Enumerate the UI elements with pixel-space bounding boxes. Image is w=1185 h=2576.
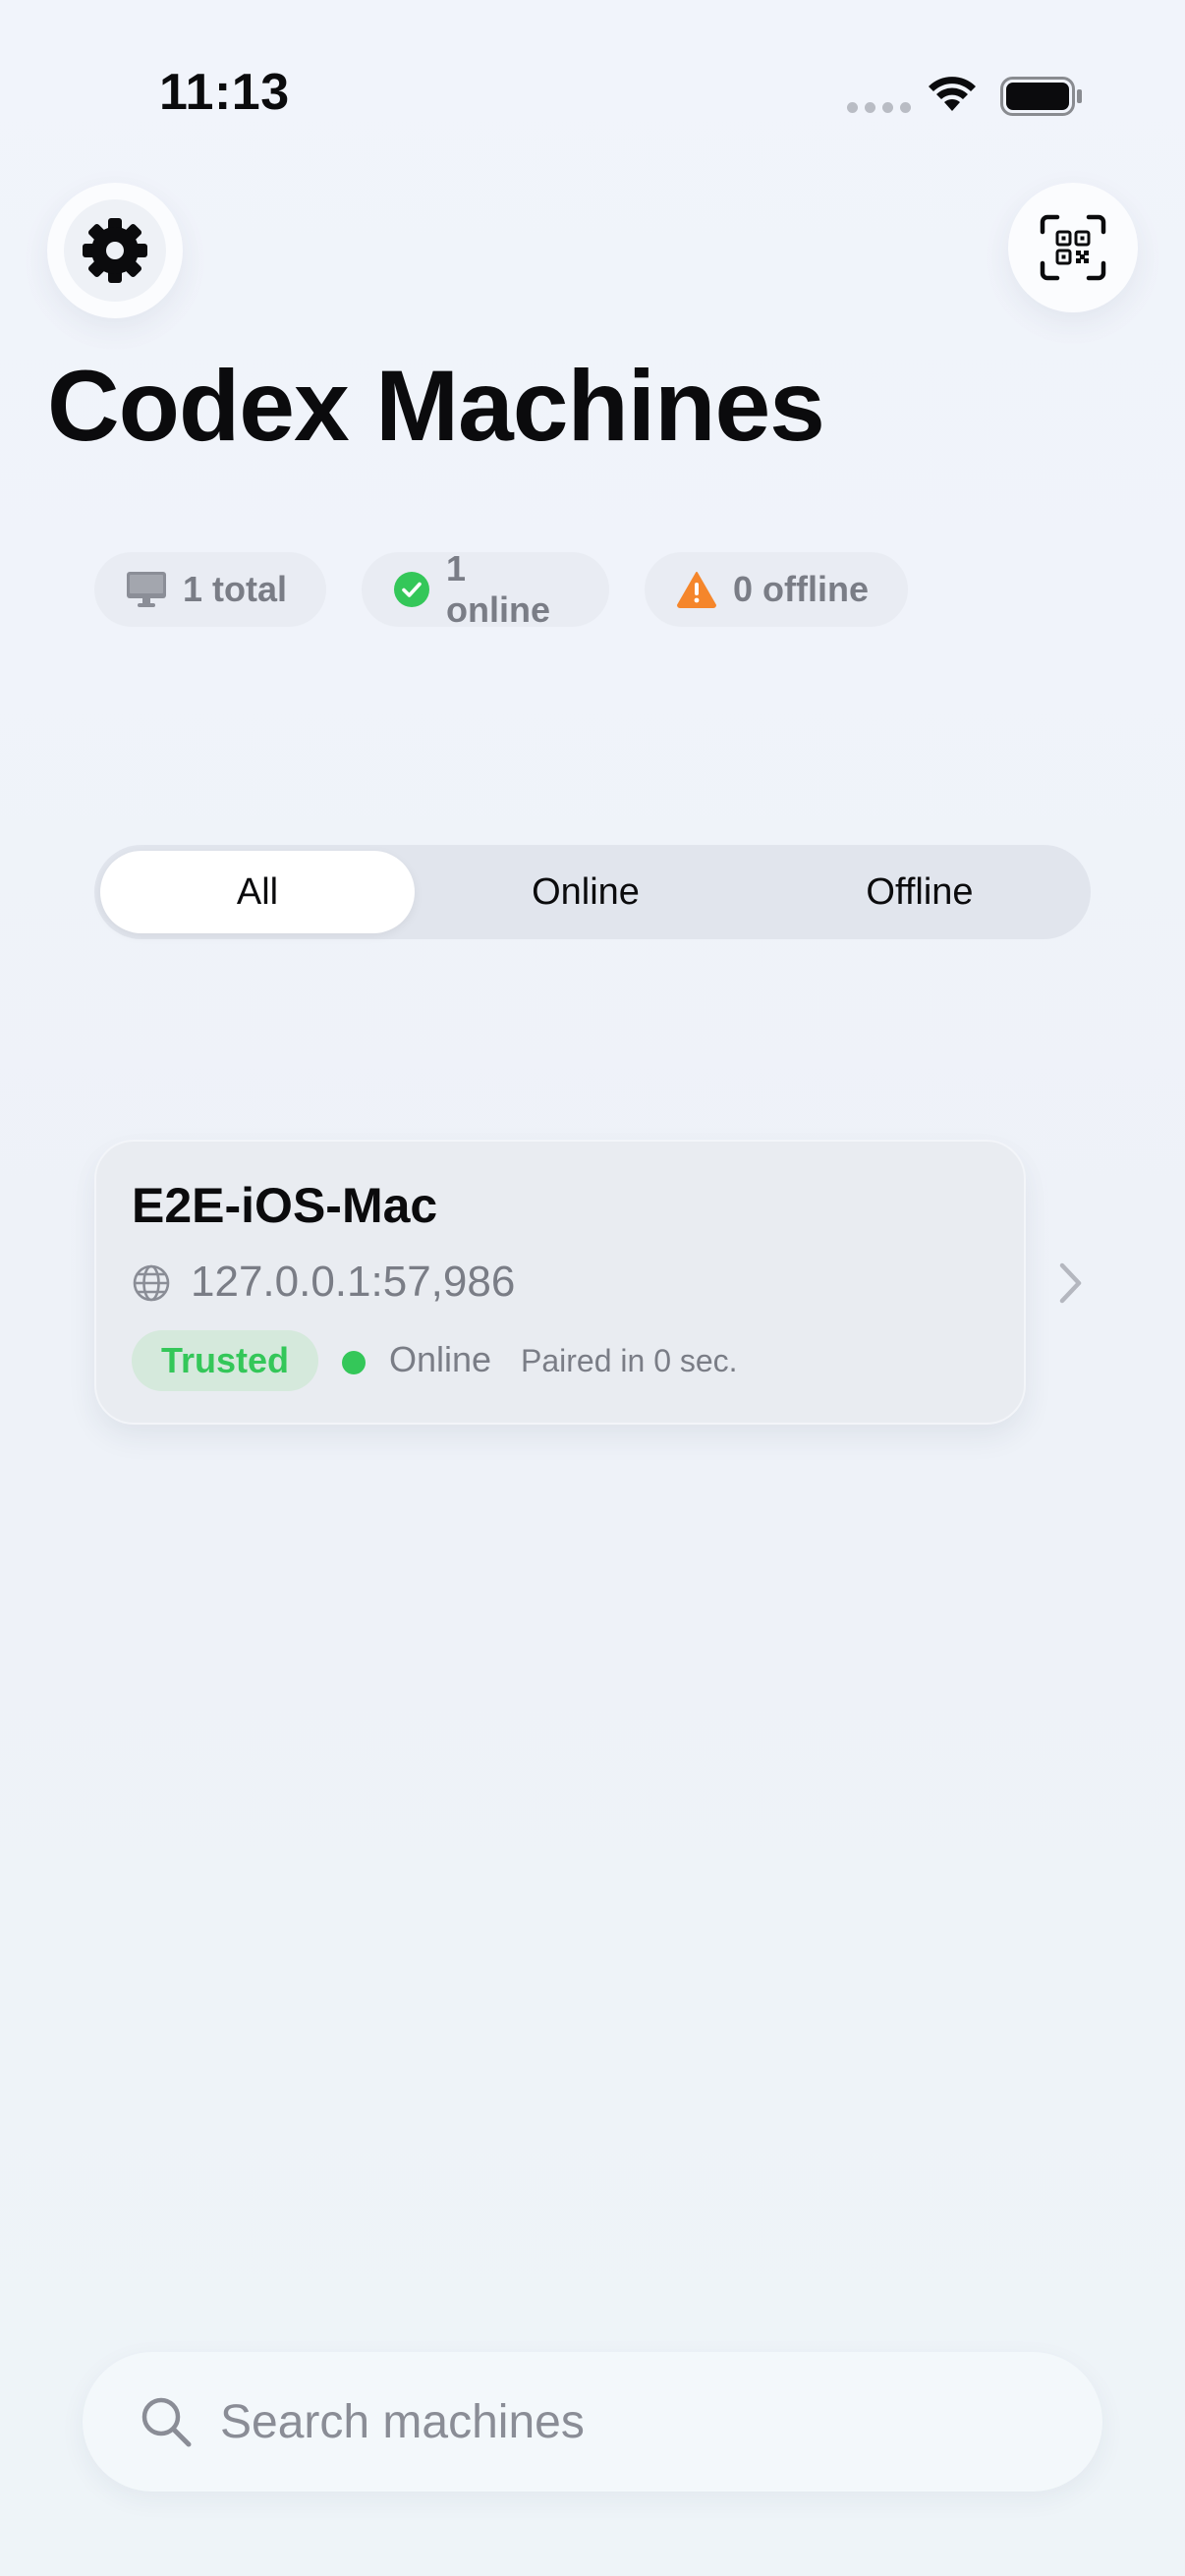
battery-icon [1000,77,1082,116]
wifi-icon [929,77,976,111]
trusted-badge: Trusted [132,1330,318,1391]
scan-qr-button[interactable] [1008,183,1138,312]
gear-icon [83,218,147,283]
machine-paired-label: Paired in 0 sec. [521,1343,738,1378]
stat-total-label: 1 total [183,569,288,609]
filter-segment-online[interactable]: Online [428,851,743,933]
chevron-right-icon[interactable] [1057,1261,1085,1305]
status-filter-segmented-control: All Online Offline [94,845,1091,939]
globe-icon [133,1264,170,1302]
stat-online-pill: 1 online [362,548,609,630]
filter-segment-all[interactable]: All [100,851,415,933]
stat-offline-label: 0 offline [733,569,870,609]
filter-segment-offline[interactable]: Offline [762,851,1077,933]
online-status-dot [342,1351,366,1374]
stat-offline-pill: 0 offline [645,552,908,627]
machine-address: 127.0.0.1:57,986 [191,1258,516,1306]
search-icon [141,2397,192,2447]
stat-total-pill: 1 total [94,552,326,627]
machine-card[interactable]: E2E-iOS-Mac 127.0.0.1:57,986 Trusted Onl… [94,1140,1026,1425]
settings-button[interactable] [47,183,183,318]
search-input[interactable] [220,2381,1065,2462]
monitor-icon [126,571,167,608]
cellular-signal-icon [847,102,911,113]
machine-status-label: Online [389,1339,492,1379]
search-bar[interactable] [83,2352,1102,2492]
warning-triangle-icon [676,571,717,608]
qr-code-scan-icon [1040,214,1106,281]
page-title: Codex Machines [47,350,825,462]
stat-online-label: 1 online [446,548,550,630]
checkmark-circle-icon [393,571,430,608]
status-bar-time: 11:13 [159,64,290,121]
machine-name: E2E-iOS-Mac [132,1178,438,1233]
